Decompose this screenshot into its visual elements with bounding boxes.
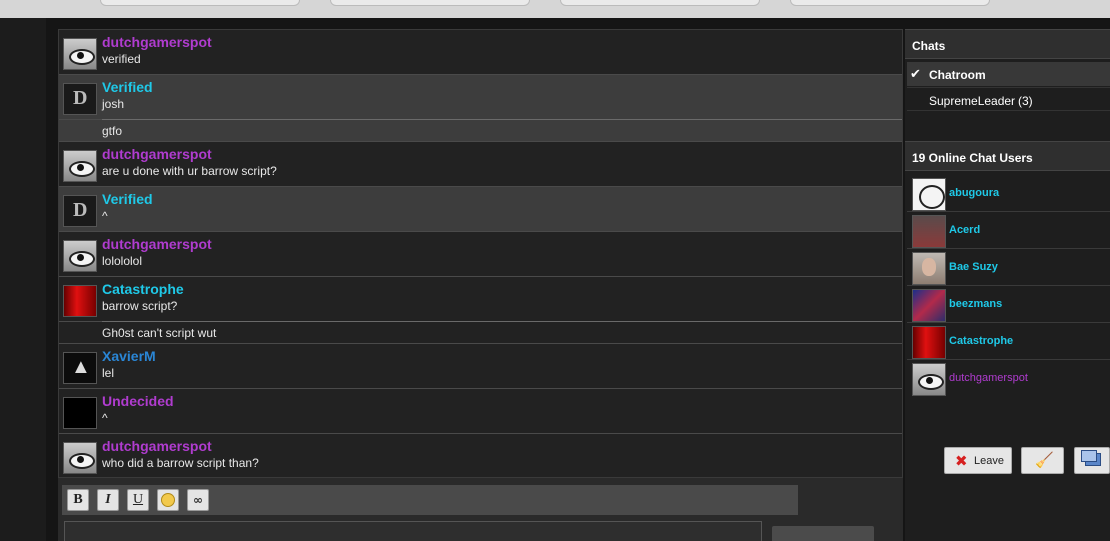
message-username[interactable]: Catastrophe [102, 281, 184, 297]
italic-button[interactable]: I [97, 489, 119, 511]
user-name[interactable]: dutchgamerspot [949, 372, 1028, 384]
message-text: Gh0st can't script wut [102, 326, 217, 340]
user-row[interactable]: beezmans [907, 286, 1110, 323]
online-users-list: abugoura Acerd Bae Suzy beezmans Catastr… [907, 175, 1110, 397]
chat-tab-label: Chatroom [929, 68, 986, 82]
eye-avatar[interactable] [63, 240, 97, 272]
troll-avatar [912, 178, 946, 211]
message-text: ^ [102, 209, 108, 223]
message: dutchgamerspot who did a barrow script t… [59, 434, 902, 479]
user-name[interactable]: abugoura [949, 187, 999, 199]
message-username[interactable]: dutchgamerspot [102, 438, 212, 454]
message: Catastrophe barrow script? [59, 277, 902, 322]
message-username[interactable]: Verified [102, 191, 153, 207]
message-continuation: gtfo [59, 119, 902, 142]
eye-avatar[interactable] [63, 442, 97, 474]
leave-label: Leave [974, 455, 1004, 467]
red-avatar [912, 326, 946, 359]
user-row[interactable]: Catastrophe [907, 323, 1110, 360]
message-text: are u done with ur barrow script? [102, 164, 277, 178]
eye-avatar[interactable] [63, 150, 97, 182]
broom-icon: 🧹 [1035, 452, 1054, 469]
user-row[interactable]: abugoura [907, 175, 1110, 212]
message-username[interactable]: Undecided [102, 393, 174, 409]
link-icon: ∞ [193, 493, 203, 507]
user-name[interactable]: Bae Suzy [949, 261, 998, 273]
undecided-avatar[interactable] [63, 397, 97, 429]
message: dutchgamerspot are u done with ur barrow… [59, 142, 902, 187]
verified-avatar[interactable] [63, 195, 97, 227]
message-username[interactable]: dutchgamerspot [102, 236, 212, 252]
user-row[interactable]: Acerd [907, 212, 1110, 249]
red-avatar[interactable] [63, 285, 97, 317]
user-name[interactable]: Catastrophe [949, 335, 1013, 347]
browser-tab[interactable] [330, 0, 530, 6]
message: Verified josh [59, 75, 902, 120]
clear-chat-button[interactable]: 🧹 [1021, 447, 1064, 474]
format-toolbar: B I U ∞ [62, 485, 798, 515]
message-text: lel [102, 366, 115, 380]
left-gutter [0, 18, 46, 541]
unread-count: (3) [1018, 94, 1033, 108]
message-text: verified [102, 52, 141, 66]
online-users-header: 19 Online Chat Users [905, 141, 1110, 171]
windows-icon [1081, 450, 1101, 466]
chat-tab-label: SupremeLeader [929, 94, 1016, 108]
user-name[interactable]: beezmans [949, 298, 1002, 310]
message-text: gtfo [102, 124, 123, 138]
bold-button[interactable]: B [67, 489, 89, 511]
link-button[interactable]: ∞ [187, 489, 209, 511]
checkmark-icon: ✔ [910, 66, 921, 81]
message: Undecided ^ [59, 389, 902, 434]
user-row[interactable]: Bae Suzy [907, 249, 1110, 286]
close-icon: ✖ [955, 453, 968, 470]
verified-avatar[interactable] [63, 83, 97, 115]
browser-top-strip [0, 0, 1110, 18]
message: XavierM lel [59, 344, 902, 389]
eye-avatar[interactable] [63, 38, 97, 70]
message: dutchgamerspot verified [59, 30, 902, 75]
chat-tab-chatroom[interactable]: ✔ Chatroom [907, 62, 1110, 86]
popout-button[interactable] [1074, 447, 1110, 474]
message-username[interactable]: Verified [102, 79, 153, 95]
message-text: ^ [102, 411, 108, 425]
message-text: josh [102, 97, 125, 111]
smiley-icon [161, 493, 175, 507]
send-button[interactable] [772, 526, 874, 541]
dark-avatar[interactable] [63, 352, 97, 384]
message-username[interactable]: XavierM [102, 348, 156, 364]
message-text: lolololol [102, 254, 143, 268]
message: Verified ^ [59, 187, 902, 232]
user-name[interactable]: Acerd [949, 224, 980, 236]
message-username[interactable]: dutchgamerspot [102, 146, 212, 162]
acerd-avatar [912, 215, 946, 248]
message-input[interactable] [64, 521, 762, 541]
message-text: barrow script? [102, 299, 178, 313]
bae-avatar [912, 252, 946, 285]
user-row[interactable]: dutchgamerspot [907, 360, 1110, 397]
message-continuation: Gh0st can't script wut [59, 321, 902, 344]
message-username[interactable]: dutchgamerspot [102, 34, 212, 50]
eye-avatar [912, 363, 946, 396]
browser-tab[interactable] [100, 0, 300, 6]
beez-avatar [912, 289, 946, 322]
smiley-button[interactable] [157, 489, 179, 511]
browser-tab[interactable] [790, 0, 990, 6]
leave-button[interactable]: ✖ Leave [944, 447, 1012, 474]
message-text: who did a barrow script than? [102, 456, 259, 470]
underline-button[interactable]: U [127, 489, 149, 511]
chats-header: Chats [905, 29, 1110, 59]
message: dutchgamerspot lolololol [59, 232, 902, 277]
browser-tab[interactable] [560, 0, 760, 6]
message-list[interactable]: dutchgamerspot verified Verified josh gt… [58, 29, 903, 478]
chat-tab-supremeleader[interactable]: SupremeLeader (3) [907, 87, 1110, 111]
